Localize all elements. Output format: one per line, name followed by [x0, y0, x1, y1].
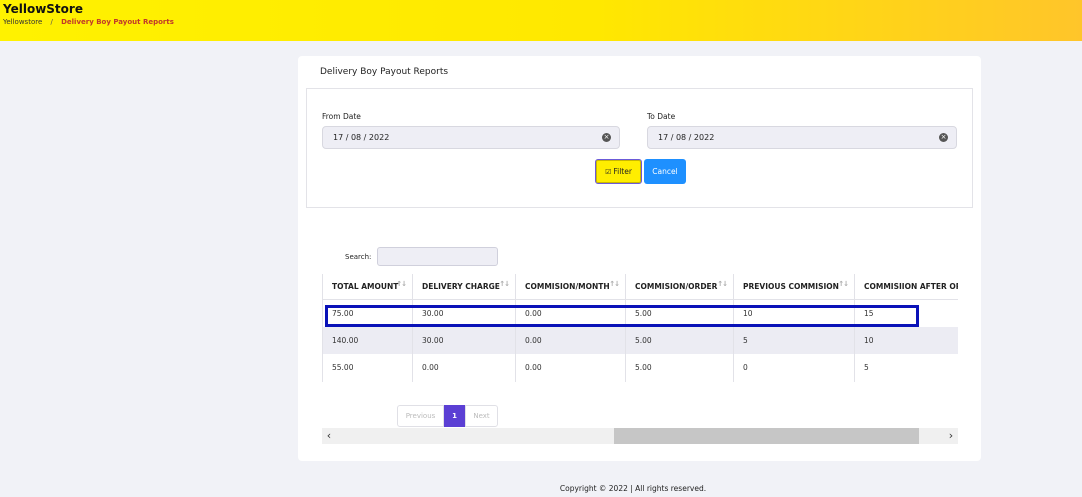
to-date-value: 17 / 08 / 2022 [658, 133, 715, 142]
table-cell: 0.00 [515, 326, 626, 354]
from-date-label: From Date [322, 112, 361, 121]
column-header-commision-after-order[interactable]: COMMISIION AFTER OR [854, 274, 958, 300]
brand-title: YellowStore [3, 2, 83, 16]
to-date-label: To Date [647, 112, 676, 121]
table-cell: 0.00 [412, 354, 516, 382]
search-input[interactable] [377, 247, 498, 266]
table-cell: 55.00 [322, 354, 413, 382]
sort-icon: ↑↓ [609, 280, 620, 288]
table-cell: 5.00 [625, 354, 734, 382]
table-cell: 140.00 [322, 326, 413, 354]
column-header-commision-month[interactable]: COMMISION/MONTH ↑↓ [515, 274, 626, 300]
sort-icon: ↑↓ [838, 280, 849, 288]
pagination: Previous 1 Next [397, 405, 498, 427]
filter-button-label: Filter [613, 167, 632, 176]
payout-table-container: TOTAL AMOUNT ↑↓ DELIVERY CHARGE ↑↓ COMMISI… [322, 274, 958, 384]
from-date-value: 17 / 08 / 2022 [333, 133, 390, 142]
top-header-bar: YellowStore Yellowstore / Delivery Boy P… [0, 0, 1082, 41]
table-cell: 30.00 [412, 326, 516, 354]
table-row: 140.00 30.00 0.00 5.00 5 10 [322, 326, 958, 354]
sort-icon: ↑↓ [717, 280, 728, 288]
clear-icon[interactable]: × [939, 133, 948, 142]
payout-table: TOTAL AMOUNT ↑↓ DELIVERY CHARGE ↑↓ COMMISI… [322, 274, 958, 382]
scrollbar-thumb[interactable] [614, 428, 919, 444]
table-cell: 5 [733, 326, 855, 354]
chevron-right-icon[interactable]: › [944, 428, 958, 444]
breadcrumb: Yellowstore / Delivery Boy Payout Report… [3, 18, 174, 26]
column-header-previous-commision[interactable]: PREVIOUS COMMISION ↑↓ [733, 274, 855, 300]
column-header-delivery-charge[interactable]: DELIVERY CHARGE ↑↓ [412, 274, 516, 300]
sort-icon: ↑↓ [499, 280, 510, 288]
pagination-next[interactable]: Next [465, 405, 498, 427]
report-card: Delivery Boy Payout Reports From Date 17… [298, 56, 981, 461]
check-square-icon: ☑ [605, 168, 612, 176]
column-header-commision-order[interactable]: COMMISION/ORDER ↑↓ [625, 274, 734, 300]
cancel-button[interactable]: Cancel [644, 159, 686, 184]
pagination-page-1[interactable]: 1 [444, 405, 465, 427]
table-cell: 0 [733, 354, 855, 382]
clear-icon[interactable]: × [602, 133, 611, 142]
table-row: 55.00 0.00 0.00 5.00 0 5 [322, 354, 958, 382]
row-highlight-box [325, 305, 919, 327]
pagination-previous[interactable]: Previous [397, 405, 444, 427]
sort-icon: ↑↓ [396, 280, 407, 288]
table-cell: 5.00 [625, 326, 734, 354]
footer-copyright: Copyright © 2022 | All rights reserved. [559, 484, 707, 493]
filter-button[interactable]: ☑ Filter [595, 159, 642, 184]
table-cell: 5 [854, 354, 958, 382]
page-title: Delivery Boy Payout Reports [320, 67, 449, 77]
search-label: Search: [345, 253, 372, 261]
to-date-input[interactable]: 17 / 08 / 2022 × [647, 126, 957, 149]
table-header-row: TOTAL AMOUNT ↑↓ DELIVERY CHARGE ↑↓ COMMISI… [322, 274, 958, 300]
horizontal-scrollbar[interactable]: ‹ › [322, 428, 958, 444]
chevron-left-icon[interactable]: ‹ [322, 428, 336, 444]
date-filter-panel: From Date 17 / 08 / 2022 × To Date 17 / … [306, 88, 973, 208]
breadcrumb-separator: / [50, 18, 53, 26]
column-header-total-amount[interactable]: TOTAL AMOUNT ↑↓ [322, 274, 413, 300]
table-cell: 0.00 [515, 354, 626, 382]
from-date-input[interactable]: 17 / 08 / 2022 × [322, 126, 620, 149]
breadcrumb-home-link[interactable]: Yellowstore [3, 18, 42, 26]
breadcrumb-current: Delivery Boy Payout Reports [61, 18, 174, 26]
table-cell: 10 [854, 326, 958, 354]
